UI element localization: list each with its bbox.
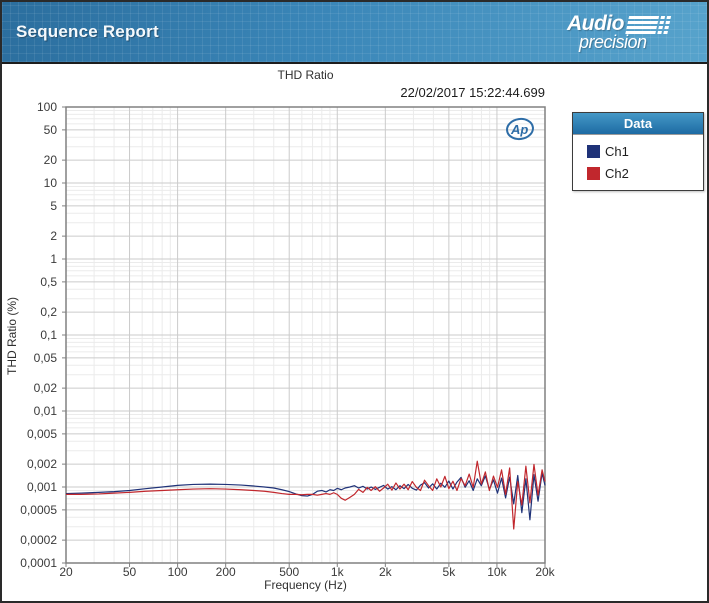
legend-items: Ch1 Ch2: [573, 135, 703, 190]
y-tick-label: 20: [43, 153, 57, 168]
y-tick-label: 0,0005: [20, 502, 57, 517]
chart-title: THD Ratio: [277, 68, 334, 82]
legend-item-ch1: Ch1: [587, 140, 695, 162]
y-tick-label: 0,05: [33, 350, 57, 365]
y-tick-label: 0,0002: [20, 533, 57, 548]
legend-label: Ch1: [605, 143, 629, 159]
y-tick-label: 1: [50, 252, 57, 266]
logo-bars-icon: [625, 16, 673, 36]
thd-ratio-plot: [62, 106, 546, 567]
sequence-report-window: Sequence Report Audio precision THD Rati…: [0, 0, 709, 603]
legend-item-ch2: Ch2: [587, 162, 695, 184]
ap-watermark-text: Ap: [510, 122, 528, 137]
y-tick-label: 0,02: [33, 381, 57, 396]
legend-swatch-icon: [587, 144, 600, 158]
y-tick-label: 5: [50, 198, 57, 213]
legend-title: Data: [573, 113, 703, 135]
y-tick-label: 0,1: [40, 328, 57, 342]
y-tick-label: 0,001: [26, 480, 57, 494]
y-tick-label: 0,2: [40, 305, 57, 320]
report-header-bar: Sequence Report Audio precision: [2, 2, 707, 64]
y-tick-label: 0,002: [26, 457, 57, 472]
ap-watermark-icon: Ap: [502, 117, 540, 143]
y-tick-label: 0,01: [33, 404, 57, 418]
legend-box: Data Ch1 Ch2: [572, 112, 704, 191]
y-tick-label: 100: [36, 100, 57, 114]
legend-swatch-icon: [587, 166, 600, 180]
x-axis-title: Frequency (Hz): [264, 578, 347, 592]
legend-label: Ch2: [605, 165, 629, 181]
y-tick-label: 0,005: [26, 426, 57, 441]
y-tick-label: 10: [43, 176, 57, 190]
y-tick-label: 0,5: [40, 274, 57, 289]
y-tick-label: 2: [50, 229, 57, 244]
page-title: Sequence Report: [16, 22, 159, 41]
y-axis-tick-labels: 100 50 20 10 5 2 1 0,5 0,2 0,1 0,05 0,02 0,01 0,005 0,…: [0, 100, 61, 570]
y-tick-label: 50: [43, 122, 57, 137]
measurement-timestamp: 22/02/2017 15:22:44.699: [400, 85, 545, 100]
audio-precision-logo: Audio precision: [565, 10, 695, 56]
